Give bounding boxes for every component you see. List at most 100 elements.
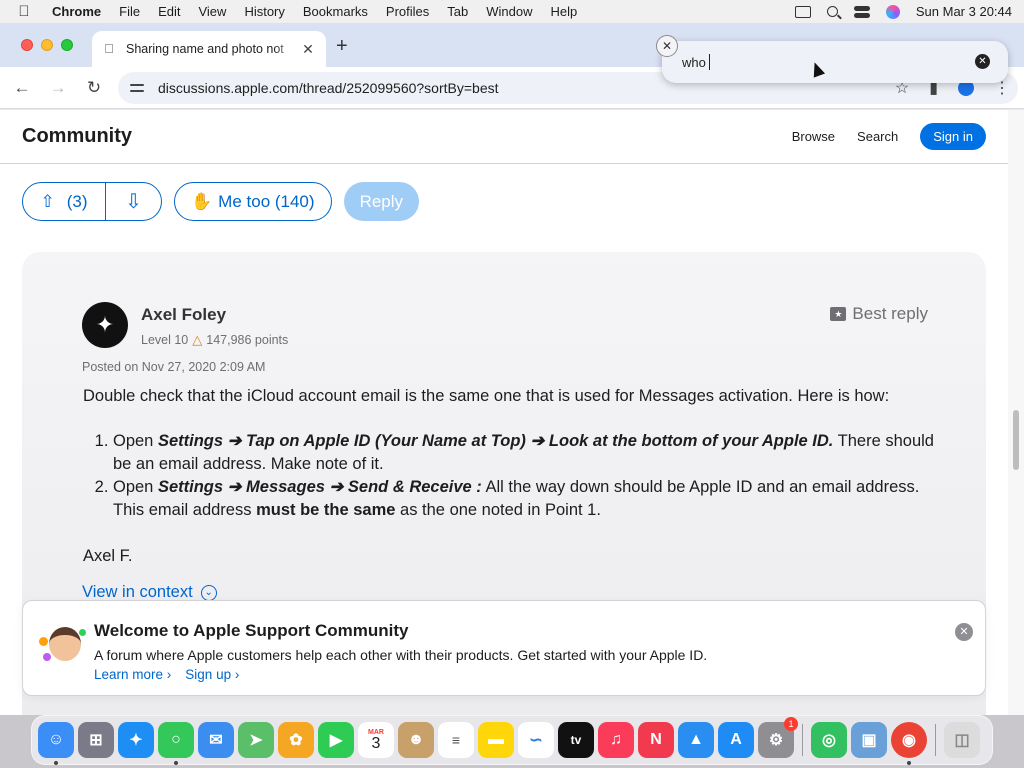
web-page: Community Browse Search Sign in ⇧ (3) ⇩ … — [0, 110, 1008, 715]
sign-up-link[interactable]: Sign up › — [185, 667, 239, 682]
control-center-icon[interactable] — [853, 5, 870, 18]
points-label: 147,986 points — [206, 333, 289, 347]
menu-window[interactable]: Window — [477, 4, 541, 19]
preview-icon[interactable]: ▣ — [851, 722, 887, 758]
tab-title: Sharing name and photo not — [126, 42, 284, 56]
sign-in-button[interactable]: Sign in — [920, 123, 986, 150]
text-caret — [708, 54, 710, 70]
trash-icon[interactable]: ◫ — [944, 722, 980, 758]
level-label: Level 10 — [141, 333, 189, 347]
music-icon[interactable]: ♫ — [598, 722, 634, 758]
close-window-button[interactable] — [21, 39, 33, 51]
upvote-button[interactable]: ⇧ (3) — [23, 183, 106, 220]
reminders-icon[interactable]: ≡ — [438, 722, 474, 758]
minimize-window-button[interactable] — [41, 39, 53, 51]
welcome-banner: Welcome to Apple Support Community A for… — [22, 600, 986, 696]
app-store-icon[interactable]: A — [718, 722, 754, 758]
chrome-icon[interactable]: ◉ — [891, 722, 927, 765]
keynote-icon[interactable]: ▲ — [678, 722, 714, 758]
back-arrow-icon[interactable]: ← — [4, 78, 40, 98]
apple-favicon-icon:  — [102, 42, 116, 56]
reply-button[interactable]: Reply — [343, 182, 420, 221]
site-info-icon[interactable] — [130, 81, 146, 95]
header-nav: Browse Search Sign in — [792, 123, 986, 150]
clear-find-icon[interactable]: ✕ — [975, 54, 990, 69]
apple-menu-icon[interactable]:  — [0, 3, 48, 20]
welcome-title: Welcome to Apple Support Community — [94, 621, 409, 640]
menu-app-name[interactable]: Chrome — [48, 4, 110, 19]
contacts-icon[interactable]: ☻ — [398, 722, 434, 758]
calendar-day: 3 — [371, 734, 381, 752]
zoom-window-button[interactable] — [61, 39, 73, 51]
notes-icon[interactable]: ▬ — [478, 722, 514, 758]
mail-icon[interactable]: ✉ — [198, 722, 234, 758]
settings-badge: 1 — [784, 717, 798, 731]
close-tab-icon[interactable]: ✕ — [300, 41, 316, 58]
launchpad-icon[interactable]: ⊞ — [78, 722, 114, 758]
url-text[interactable]: discussions.apple.com/thread/252099560?s… — [158, 80, 499, 96]
post-signature: Axel F. — [83, 547, 133, 565]
menu-bookmarks[interactable]: Bookmarks — [294, 4, 377, 19]
menu-file[interactable]: File — [110, 4, 149, 19]
best-reply-icon: ★ — [830, 307, 847, 321]
dock-separator — [935, 724, 936, 756]
thread-actions: ⇧ (3) ⇩ ✋ Me too (140) Reply — [22, 182, 420, 221]
news-icon[interactable]: N — [638, 722, 674, 758]
best-reply-badge: ★ Best reply — [830, 304, 928, 324]
arrow-down-icon: ⇩ — [125, 191, 142, 213]
freeform-icon[interactable]: ∽ — [518, 722, 554, 758]
page-scrollbar[interactable] — [1008, 110, 1024, 715]
safari-icon[interactable]: ✦ — [118, 722, 154, 758]
maps-icon[interactable]: ➤ — [238, 722, 274, 758]
arrow-up-icon: ⇧ — [40, 191, 55, 211]
level-badge-icon: △ — [192, 332, 203, 347]
raised-hand-icon: ✋ — [191, 191, 213, 211]
reload-icon[interactable]: ↻ — [76, 78, 112, 98]
new-tab-icon[interactable]: + — [336, 35, 348, 58]
search-link[interactable]: Search — [857, 129, 898, 144]
menu-edit[interactable]: Edit — [149, 4, 189, 19]
active-tab[interactable]:  Sharing name and photo not ✕ — [92, 31, 326, 67]
window-controls — [21, 39, 73, 51]
scrollbar-thumb[interactable] — [1013, 410, 1019, 470]
browse-link[interactable]: Browse — [792, 129, 835, 144]
calendar-icon[interactable]: MAR 3 — [358, 722, 394, 758]
apple-tv-icon[interactable]: tv — [558, 722, 594, 758]
screen-mirroring-icon[interactable] — [794, 5, 811, 18]
learn-more-link[interactable]: Learn more › — [94, 667, 171, 682]
menu-tab[interactable]: Tab — [438, 4, 477, 19]
clock[interactable]: Sun Mar 3 20:44 — [916, 4, 1012, 19]
welcome-links: Learn more › Sign up › — [94, 667, 239, 682]
desktop-strip: ☺ ⊞ ✦ ○ ✉ ➤ ✿ ▶ MAR 3 ☻ ≡ ▬ ∽ tv ♫ N ▲ A… — [0, 715, 1024, 768]
menu-bar:  Chrome File Edit View History Bookmark… — [0, 0, 1024, 23]
find-bar[interactable]: who ✕ — [662, 41, 1008, 83]
menu-profiles[interactable]: Profiles — [377, 4, 438, 19]
system-settings-icon[interactable]: ⚙ 1 — [758, 717, 798, 758]
community-title[interactable]: Community — [22, 125, 132, 148]
author-level: Level 10 △ 147,986 points — [141, 332, 288, 348]
step-1: Open Settings ➔ Tap on Apple ID (Your Na… — [113, 430, 953, 476]
author-name[interactable]: Axel Foley — [141, 305, 226, 325]
me-too-button[interactable]: ✋ Me too (140) — [174, 182, 332, 221]
facetime-icon[interactable]: ▶ — [318, 722, 354, 758]
close-find-icon[interactable]: ✕ — [656, 35, 678, 57]
avatar[interactable]: ✦ — [82, 302, 128, 348]
post-body: Double check that the iCloud account ema… — [83, 385, 953, 568]
photos-icon[interactable]: ✿ — [278, 722, 314, 758]
close-banner-icon[interactable]: ✕ — [955, 623, 973, 641]
menu-help[interactable]: Help — [542, 4, 587, 19]
messages-icon[interactable]: ○ — [158, 722, 194, 765]
find-my-icon[interactable]: ◎ — [811, 722, 847, 758]
siri-icon[interactable] — [885, 4, 900, 19]
find-input[interactable]: who — [682, 55, 706, 70]
spotlight-search-icon[interactable] — [826, 6, 838, 17]
memoji-icon — [39, 623, 87, 667]
finder-icon[interactable]: ☺ — [38, 722, 74, 765]
menu-view[interactable]: View — [189, 4, 235, 19]
menu-history[interactable]: History — [235, 4, 293, 19]
best-reply-label: Best reply — [852, 304, 928, 323]
tv-label: tv — [570, 733, 582, 747]
forward-arrow-icon[interactable]: → — [40, 78, 76, 98]
downvote-button[interactable]: ⇩ — [106, 183, 161, 220]
dock: ☺ ⊞ ✦ ○ ✉ ➤ ✿ ▶ MAR 3 ☻ ≡ ▬ ∽ tv ♫ N ▲ A… — [31, 715, 993, 765]
